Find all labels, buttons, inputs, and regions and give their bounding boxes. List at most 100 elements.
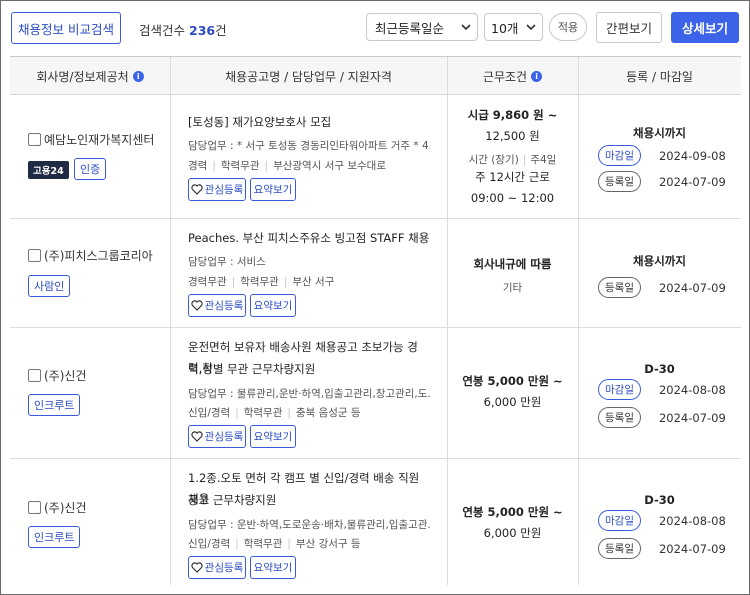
- posting-cell: Peaches. 부산 피치스주유소 빙고점 STAFF 채용 담당업무 : 서…: [170, 219, 447, 327]
- heart-icon: [191, 562, 203, 573]
- header-posting: 채용공고명 / 담당업무 / 지원자격: [170, 57, 447, 95]
- checkbox-icon[interactable]: [28, 133, 41, 146]
- qual-location: 부산 서구: [292, 276, 335, 288]
- source-link-button[interactable]: 인크루트: [28, 526, 81, 548]
- company-name-text: (주)피치스그룹코리아: [44, 249, 153, 263]
- header-company: 회사명/정보제공처 i: [10, 57, 170, 95]
- deadline-line: 마감일 2024-08-08: [598, 510, 726, 531]
- heart-icon: [191, 184, 203, 195]
- work-time: 09:00 ~ 12:00: [470, 191, 555, 205]
- posting-qualifications: 경력 | 학력무관 | 부산광역시 서구 보수대로: [188, 160, 386, 172]
- qual-education: 학력무관: [243, 407, 283, 419]
- company-cell: (주)피치스그룹코리아 사람인: [10, 219, 170, 327]
- company-name[interactable]: (주)피치스그룹코리아: [28, 247, 153, 264]
- registered-badge: 등록일: [598, 407, 641, 428]
- work-hours: 주 12시간 근로: [475, 170, 550, 184]
- posting-cell: [토성동] 재가요양보호사 모집 담당업무 : * 서구 토성동 경동리인타워아…: [170, 95, 447, 218]
- registered-line: 등록일 2024-07-09: [598, 277, 726, 298]
- registered-badge: 등록일: [598, 171, 641, 192]
- checkbox-icon[interactable]: [28, 501, 41, 514]
- posting-duty: 담당업무 : 운반·하역,도로운송·배차,물류관리,입출고관...: [188, 519, 430, 531]
- registered-line: 등록일 2024-07-09: [598, 171, 726, 192]
- company-name[interactable]: (주)신건: [28, 499, 86, 516]
- checkbox-icon[interactable]: [28, 249, 41, 262]
- column-divider: [447, 57, 448, 94]
- interest-label: 관심등록: [204, 431, 244, 443]
- deadline-date: 2024-08-08: [658, 382, 726, 397]
- checkbox-icon[interactable]: [28, 369, 41, 382]
- qual-location: 부산광역시 서구 보수대로: [273, 160, 386, 172]
- chevron-down-icon: [461, 24, 471, 31]
- work-type: 시간 (장기) | 주4일: [468, 154, 557, 166]
- registered-badge: 등록일: [598, 538, 641, 559]
- company-name[interactable]: 예담노인재가복지센터: [28, 131, 154, 148]
- source-link-button[interactable]: 사람인: [28, 275, 71, 297]
- interest-button[interactable]: 관심등록: [188, 556, 246, 579]
- interest-button[interactable]: 관심등록: [188, 178, 246, 201]
- company-name-text: (주)신건: [44, 501, 87, 515]
- pay-line: 6,000 만원: [483, 395, 542, 409]
- deadline-line: 마감일 2024-09-08: [598, 145, 726, 166]
- registered-line: 등록일 2024-07-09: [598, 407, 726, 428]
- conditions-cell: 연봉 5,000 만원 ~ 6,000 만원: [447, 459, 578, 585]
- detail-view-button[interactable]: 상세보기: [671, 12, 739, 43]
- summary-button[interactable]: 요약보기: [250, 294, 296, 317]
- apply-button[interactable]: 적용: [549, 13, 587, 41]
- job-table: 회사명/정보제공처 i 채용공고명 / 담당업무 / 지원자격 근무조건 i 등…: [10, 56, 741, 585]
- header-posting-label: 채용공고명 / 담당업무 / 지원자격: [225, 69, 392, 84]
- posting-title[interactable]: [토성동] 재가요양보호사 모집: [188, 112, 430, 133]
- registered-badge: 등록일: [598, 277, 641, 298]
- interest-button[interactable]: 관심등록: [188, 294, 246, 317]
- qual-career: 신입/경력: [188, 538, 231, 550]
- conditions-cell: 연봉 5,000 만원 ~ 6,000 만원: [447, 328, 578, 458]
- result-count-label: 검색건수: [139, 23, 186, 38]
- chevron-down-icon: [526, 24, 536, 31]
- posting-qualifications: 신입/경력 | 학력무관 | 충북 음성군 등: [188, 407, 361, 419]
- company-name-text: (주)신건: [44, 369, 87, 383]
- company-name-text: 예담노인재가복지센터: [44, 133, 155, 147]
- result-count: 검색건수 236건: [139, 20, 227, 39]
- table-header: 회사명/정보제공처 i 채용공고명 / 담당업무 / 지원자격 근무조건 i 등…: [10, 56, 741, 95]
- posting-duty: 담당업무 : 물류관리,운반·하역,입출고관리,창고관리,도...: [188, 388, 430, 400]
- simple-view-button[interactable]: 간편보기: [596, 12, 662, 43]
- registered-date: 2024-07-09: [658, 541, 726, 556]
- sort-select[interactable]: 최근등록일순: [366, 13, 478, 41]
- pay-line: 연봉 5,000 만원 ~: [462, 505, 563, 519]
- deadline-status: D-30: [644, 362, 675, 376]
- table-row: 예담노인재가복지센터 고용24 인증 [토성동] 재가요양보호사 모집 담당업무…: [10, 95, 741, 219]
- interest-label: 관심등록: [204, 562, 244, 574]
- qual-location: 충북 음성군 등: [295, 407, 361, 419]
- posting-qualifications: 경력무관 | 학력무관 | 부산 서구: [188, 276, 335, 288]
- per-page-select[interactable]: 10개: [484, 13, 543, 41]
- info-icon[interactable]: i: [531, 70, 543, 82]
- header-conditions: 근무조건 i: [447, 57, 578, 95]
- posting-cell: 1.2종.오토 면허 각 캠프 별 신입/경력 배송 직원 채용 공고 근무차량…: [170, 459, 447, 585]
- column-divider: [170, 57, 171, 94]
- heart-icon: [191, 431, 203, 442]
- posting-title-line[interactable]: 력,성별 무관 근무차량지원: [188, 359, 430, 380]
- company-cell: (주)신건 인크루트: [10, 328, 170, 458]
- header-dates-label: 등록 / 마감일: [626, 69, 693, 84]
- work-type-text: 시간 (장기): [468, 154, 519, 166]
- pay-line: 12,500 원: [485, 129, 540, 143]
- company-cell: (주)신건 인크루트: [10, 459, 170, 585]
- result-count-value: 236: [189, 23, 216, 38]
- posting-title-line[interactable]: 공고 근무차량지원: [188, 490, 430, 511]
- registered-line: 등록일 2024-07-09: [598, 538, 726, 559]
- source-link-button[interactable]: 인크루트: [28, 394, 81, 416]
- info-icon[interactable]: i: [132, 70, 144, 82]
- posting-duty: 담당업무 : * 서구 토성동 경동리인타워아파트 거주 * 4...: [188, 140, 430, 152]
- company-name[interactable]: (주)신건: [28, 367, 86, 384]
- dates-cell: D-30 마감일 2024-08-08 등록일 2024-07-09: [578, 459, 741, 585]
- posting-title[interactable]: Peaches. 부산 피치스주유소 빙고점 STAFF 채용: [188, 228, 430, 249]
- summary-button[interactable]: 요약보기: [250, 425, 296, 448]
- qual-career: 경력무관: [188, 276, 227, 288]
- qual-education: 학력무관: [243, 538, 283, 550]
- summary-button[interactable]: 요약보기: [250, 556, 296, 579]
- source-link-button[interactable]: 인증: [74, 158, 107, 180]
- source-badge: 고용24: [28, 161, 69, 179]
- summary-button[interactable]: 요약보기: [250, 178, 296, 201]
- deadline-badge: 마감일: [598, 145, 641, 166]
- interest-button[interactable]: 관심등록: [188, 425, 246, 448]
- compare-search-button[interactable]: 채용정보 비교검색: [11, 12, 121, 44]
